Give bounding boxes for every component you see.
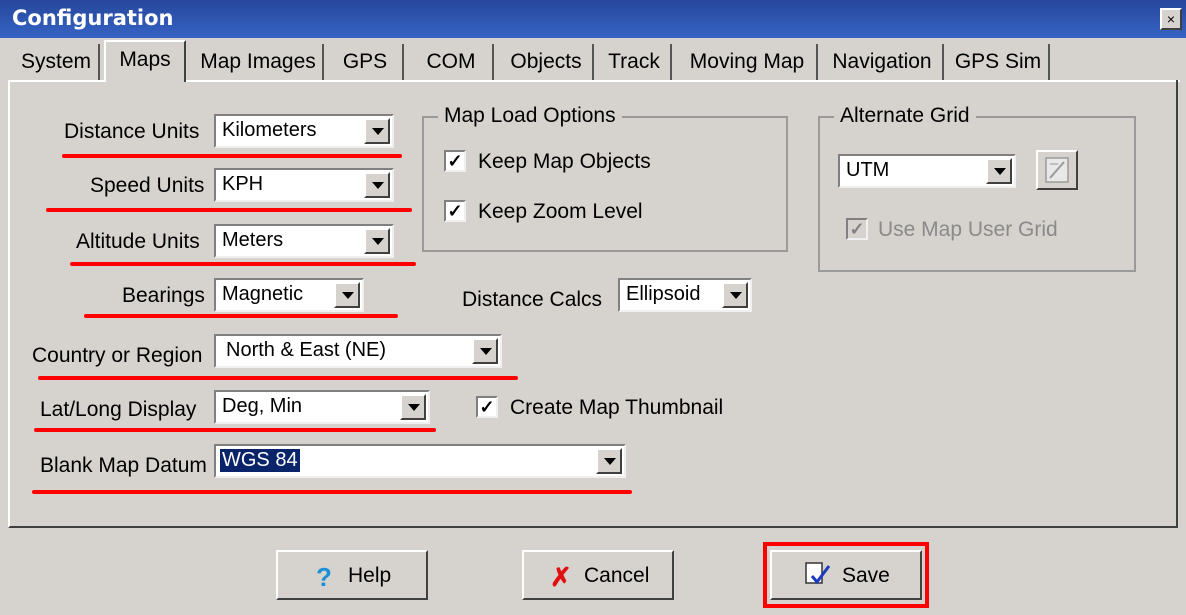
annotation-underline-bearings [84,314,398,318]
tab-label: Moving Map [689,50,805,73]
keep-zoom-level-checkbox[interactable]: ✓ [444,200,466,222]
check-icon: ✓ [479,397,495,417]
distance-calcs-label: Distance Calcs [462,288,603,311]
help-button[interactable]: ? Help [276,550,428,600]
chevron-down-icon[interactable] [400,394,426,420]
tab-label: Map Images [200,50,316,73]
bearings-label: Bearings [122,284,205,307]
tab-system[interactable]: System [14,44,100,80]
chevron-down-icon[interactable] [722,282,748,308]
cancel-x-icon: ✗ [550,562,572,592]
chevron-down-icon[interactable] [986,158,1012,184]
create-map-thumbnail-checkbox[interactable]: ✓ [476,396,498,418]
distance-calcs-value: Ellipsoid [626,283,701,305]
tab-label: COM [426,50,476,73]
country-region-label: Country or Region [32,344,203,367]
annotation-underline-latlong [34,428,436,432]
bearings-select[interactable]: Magnetic [214,278,364,312]
alternate-grid-value: UTM [846,159,890,181]
latlong-display-select[interactable]: Deg, Min [214,390,430,424]
tab-label: Navigation [832,50,932,73]
chevron-down-icon[interactable] [364,172,390,198]
grid-settings-button[interactable] [1036,150,1078,190]
country-region-select[interactable]: North & East (NE) [214,334,502,368]
annotation-underline-datum [32,490,632,494]
edit-grid-icon [1045,157,1069,183]
cancel-button-label: Cancel [584,564,650,587]
chevron-down-icon[interactable] [364,228,390,254]
create-map-thumbnail-label: Create Map Thumbnail [510,396,724,419]
tab-label: GPS Sim [954,50,1042,73]
annotation-underline-country [38,376,518,380]
bearings-value: Magnetic [222,283,304,305]
keep-zoom-level-label: Keep Zoom Level [478,200,643,223]
distance-calcs-select[interactable]: Ellipsoid [618,278,752,312]
tab-track[interactable]: Track [598,44,672,80]
check-icon: ✓ [849,219,865,239]
check-icon: ✓ [447,201,463,221]
tab-label: System [20,50,91,73]
annotation-underline-speed [46,208,412,212]
keep-map-objects-label: Keep Map Objects [478,150,651,173]
tab-com[interactable]: COM [410,44,494,80]
tab-map-images[interactable]: Map Images [194,44,324,80]
blank-map-datum-select[interactable]: WGS 84 [214,444,626,478]
distance-units-select[interactable]: Kilometers [214,114,394,148]
latlong-display-value: Deg, Min [222,395,303,417]
tab-label: Objects [510,50,582,73]
title-bar: Configuration × [0,0,1186,38]
altitude-units-select[interactable]: Meters [214,224,394,258]
use-map-user-grid-label: Use Map User Grid [878,218,1058,241]
chevron-down-icon[interactable] [596,448,622,474]
speed-units-select[interactable]: KPH [214,168,394,202]
help-icon: ? [316,562,332,592]
tab-maps[interactable]: Maps [104,40,186,82]
tab-gps-sim[interactable]: GPS Sim [948,44,1050,80]
tab-objects[interactable]: Objects [500,44,594,80]
distance-units-label: Distance Units [64,120,200,143]
tab-label: Maps [119,48,171,71]
speed-units-label: Speed Units [90,174,205,197]
tab-label: GPS [342,50,388,73]
cancel-button[interactable]: ✗ Cancel [522,550,674,600]
help-button-label: Help [348,564,392,587]
blank-map-datum-label: Blank Map Datum [40,454,207,477]
keep-map-objects-checkbox[interactable]: ✓ [444,150,466,172]
annotation-save-highlight [763,542,929,608]
map-load-options-title: Map Load Options [438,104,622,128]
check-icon: ✓ [447,151,463,171]
tab-moving-map[interactable]: Moving Map [678,44,818,80]
speed-units-value: KPH [222,173,264,195]
annotation-underline-altitude [70,262,416,266]
altitude-units-label: Altitude Units [76,230,200,253]
window-title: Configuration [12,6,174,30]
alternate-grid-title: Alternate Grid [834,104,976,128]
chevron-down-icon[interactable] [334,282,360,308]
tab-navigation[interactable]: Navigation [822,44,944,80]
chevron-down-icon[interactable] [472,338,498,364]
tab-label: Track [608,50,660,73]
close-icon: × [1166,11,1176,27]
alternate-grid-select[interactable]: UTM [838,154,1016,188]
country-region-value: North & East (NE) [226,339,387,361]
blank-map-datum-value: WGS 84 [220,449,300,472]
chevron-down-icon[interactable] [364,118,390,144]
use-map-user-grid-checkbox[interactable]: ✓ [846,218,868,240]
tab-gps[interactable]: GPS [328,44,404,80]
close-button[interactable]: × [1160,8,1182,30]
annotation-underline-distance [62,154,402,158]
alternate-grid-group: Alternate Grid [818,104,1136,272]
distance-units-value: Kilometers [222,119,317,141]
map-load-options-group: Map Load Options [422,104,788,252]
latlong-display-label: Lat/Long Display [40,398,197,421]
altitude-units-value: Meters [222,229,284,251]
